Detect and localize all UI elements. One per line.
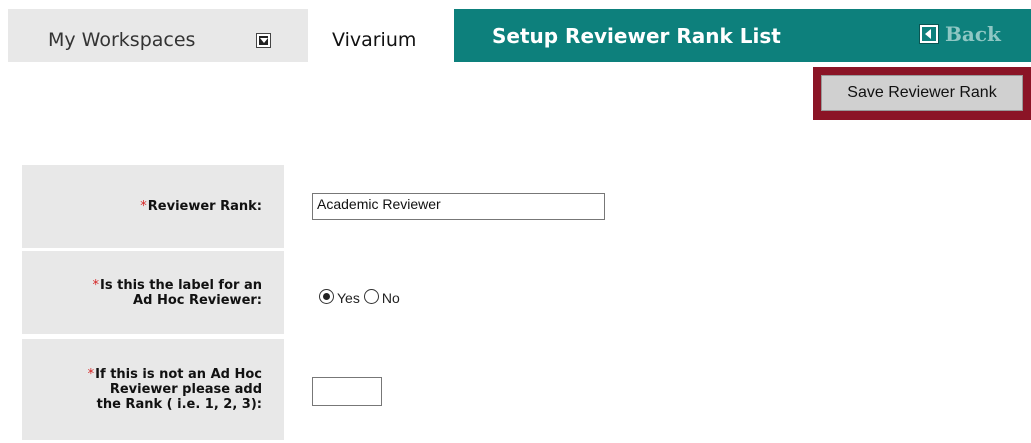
ad-hoc-no-label: No: [381, 290, 400, 306]
required-marker: *: [140, 199, 147, 214]
required-marker: *: [92, 277, 100, 293]
my-workspaces-tab[interactable]: My Workspaces: [8, 9, 308, 62]
back-arrow-icon: [919, 24, 939, 44]
my-workspaces-label: My Workspaces: [48, 29, 196, 51]
required-marker: *: [87, 367, 95, 382]
save-reviewer-rank-button[interactable]: Save Reviewer Rank: [821, 75, 1023, 111]
rank-number-label-line3: the Rank ( i.e. 1, 2, 3):: [96, 397, 262, 412]
ad-hoc-label-line1: Is this the label for an: [100, 277, 262, 293]
top-navigation: My Workspaces Vivarium Setup Reviewer Ra…: [0, 0, 1031, 67]
site-tab-vivarium[interactable]: Vivarium: [308, 9, 454, 62]
site-label: Vivarium: [332, 29, 417, 51]
ad-hoc-label: *Is this the label for an Ad Hoc Reviewer…: [22, 251, 284, 334]
reviewer-rank-input[interactable]: Academic Reviewer: [312, 193, 605, 220]
rank-number-label: *If this is not an Ad Hoc Reviewer please…: [22, 339, 284, 440]
rank-number-label-line2: Reviewer please add: [109, 382, 262, 397]
ad-hoc-no-radio[interactable]: [363, 288, 379, 304]
ad-hoc-yes-label: Yes: [337, 290, 360, 306]
reviewer-rank-label: *Reviewer Rank:: [22, 165, 284, 248]
save-button-highlight: Save Reviewer Rank: [813, 67, 1031, 120]
back-button[interactable]: Back: [919, 22, 1031, 50]
ad-hoc-yes-radio[interactable]: [319, 288, 334, 304]
page-title: Setup Reviewer Rank List: [492, 24, 781, 48]
rank-number-input[interactable]: [312, 377, 382, 406]
rank-number-label-line1: If this is not an Ad Hoc: [95, 367, 262, 382]
rank-number-row: *If this is not an Ad Hoc Reviewer please…: [22, 339, 1022, 440]
ad-hoc-row: *Is this the label for an Ad Hoc Reviewer…: [22, 251, 1022, 334]
back-label: Back: [945, 22, 1001, 46]
reviewer-rank-label-text: Reviewer Rank:: [147, 199, 262, 214]
reviewer-rank-row: *Reviewer Rank: Academic Reviewer: [22, 165, 1022, 248]
dropdown-arrow-icon[interactable]: [256, 33, 271, 48]
page-title-bar: Setup Reviewer Rank List Back: [454, 9, 1031, 62]
ad-hoc-label-line2: Ad Hoc Reviewer:: [133, 292, 262, 308]
ad-hoc-radio-group: Yes No: [319, 288, 404, 306]
